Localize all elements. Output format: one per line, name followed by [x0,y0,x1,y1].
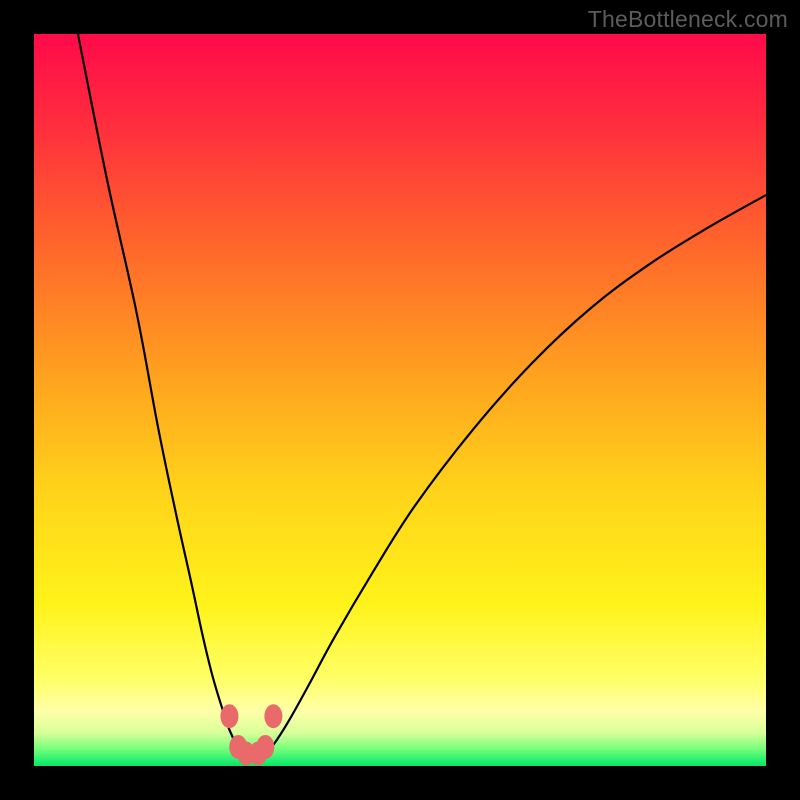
chart-frame: TheBottleneck.com [0,0,800,800]
gradient-background [34,34,766,766]
marker-p2 [264,704,282,728]
watermark-text: TheBottleneck.com [588,6,788,33]
marker-p6 [249,742,267,766]
plot-svg [34,34,766,766]
plot-area [34,34,766,766]
marker-p1 [220,704,238,728]
